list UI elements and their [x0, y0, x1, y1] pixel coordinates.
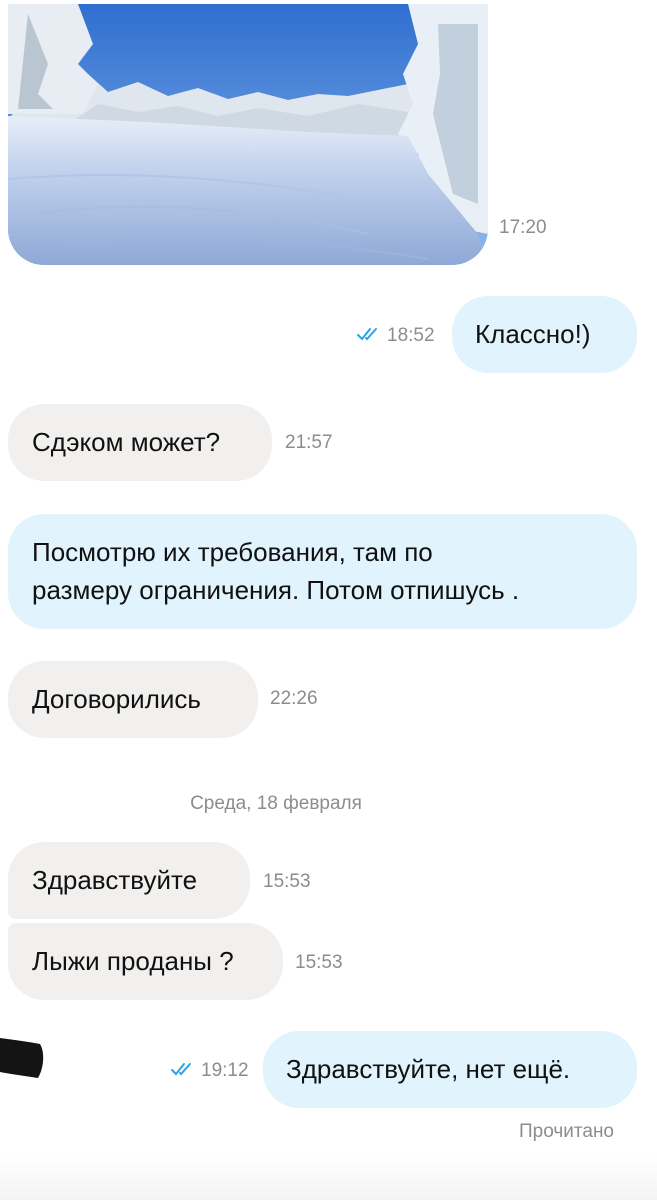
- photo-message[interactable]: [8, 4, 488, 265]
- message-line: размеру ограничения. Потом отпишусь .: [32, 575, 520, 605]
- message-bubble-outgoing[interactable]: Классно!): [452, 296, 637, 373]
- double-check-icon: [357, 325, 381, 347]
- date-separator: Среда, 18 февраля: [190, 793, 362, 814]
- double-check-icon: [171, 1060, 195, 1082]
- message-bubble-incoming[interactable]: Сдэком может?: [8, 404, 272, 481]
- dark-blot: [0, 1038, 44, 1078]
- message-time: 15:53: [263, 871, 311, 892]
- message-bubble-incoming[interactable]: Лыжи проданы ?: [8, 923, 283, 1000]
- message-bubble-incoming[interactable]: Договорились: [8, 661, 258, 738]
- message-time: 15:53: [295, 952, 343, 973]
- message-line: Посмотрю их требования, там по: [32, 537, 433, 567]
- winter-landscape-photo: [8, 4, 488, 265]
- message-time: 19:12: [201, 1060, 249, 1082]
- bottom-shade: [0, 1155, 657, 1200]
- message-bubble-outgoing[interactable]: Посмотрю их требования, там по размеру о…: [8, 514, 637, 629]
- message-time: 18:52: [387, 325, 435, 347]
- read-status: Прочитано: [519, 1121, 614, 1142]
- message-bubble-incoming[interactable]: Здравствуйте: [8, 842, 250, 919]
- message-meta: 19:12: [171, 1060, 249, 1082]
- message-time: 17:20: [499, 217, 547, 238]
- message-time: 21:57: [285, 432, 333, 453]
- message-bubble-outgoing[interactable]: Здравствуйте, нет ещё.: [263, 1031, 637, 1108]
- message-meta: 18:52: [357, 325, 435, 347]
- chat-thread[interactable]: 17:20 18:52 Классно!) Сдэком может? 21:5…: [0, 0, 657, 1200]
- message-time: 22:26: [270, 688, 318, 709]
